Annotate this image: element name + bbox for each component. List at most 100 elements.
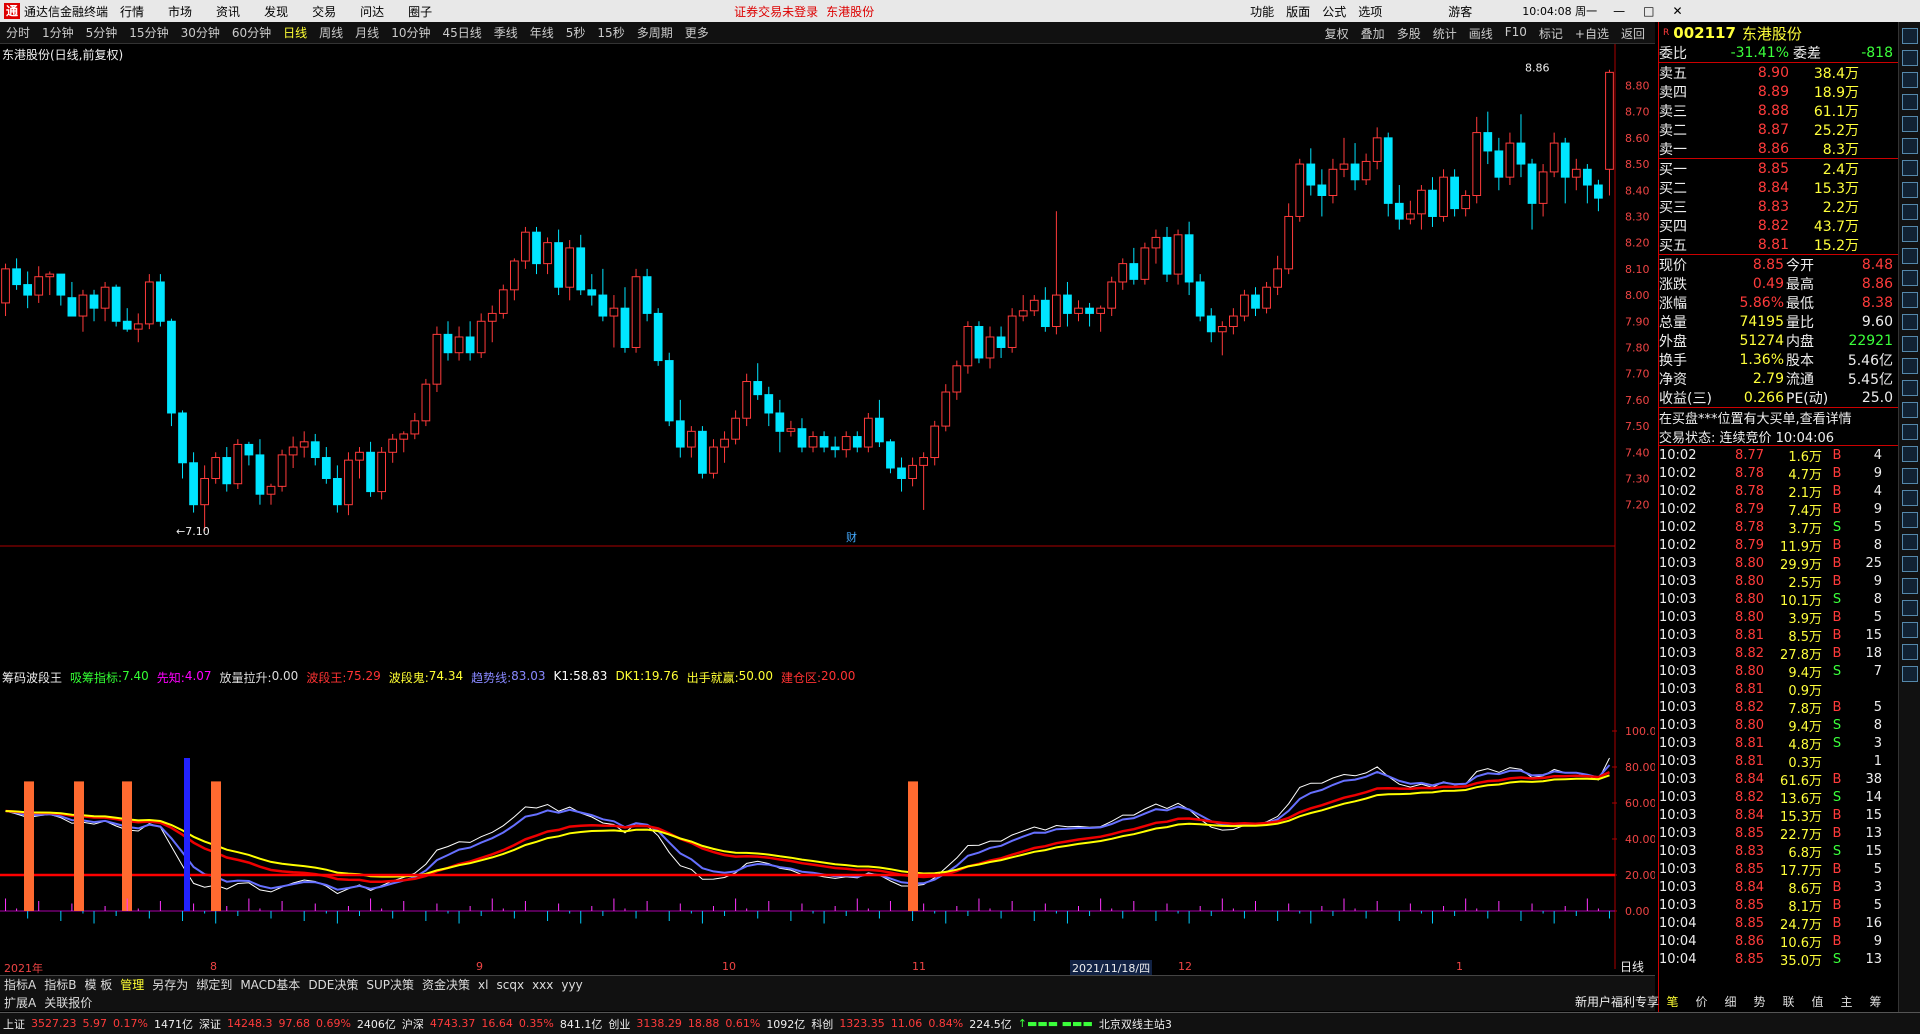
book-row[interactable]: 买一 8.85 2.4万: [1659, 159, 1898, 178]
period-tab[interactable]: 5分钟: [86, 24, 118, 41]
book-row[interactable]: 卖五 8.90 38.4万: [1659, 63, 1898, 82]
side-tool-icon[interactable]: [1902, 336, 1918, 352]
side-tool-icon[interactable]: [1902, 644, 1918, 660]
right-menu-item[interactable]: 功能: [1250, 3, 1274, 20]
indicator-chart[interactable]: 100.0 80.00 60.00 40.00 20.00 0.00: [0, 669, 1655, 969]
period-tab[interactable]: 更多: [685, 24, 709, 41]
welfare-link[interactable]: 新用户福利专享: [1575, 993, 1659, 1010]
book-row[interactable]: 卖三 8.88 61.1万: [1659, 101, 1898, 120]
right-menu-item[interactable]: 选项: [1358, 3, 1382, 20]
right-menu-item[interactable]: 公式: [1322, 3, 1346, 20]
period-tab[interactable]: 日线: [283, 24, 307, 41]
side-tool-icon[interactable]: [1902, 600, 1918, 616]
big-order-note[interactable]: 在买盘***位置有大买单,查看详情: [1659, 408, 1898, 427]
bottom-tab[interactable]: 另存为: [152, 976, 188, 993]
side-tool-icon[interactable]: [1902, 314, 1918, 330]
side-tool-icon[interactable]: [1902, 556, 1918, 572]
minimize-icon[interactable]: —: [1613, 4, 1625, 18]
quote-tab[interactable]: 价: [1687, 993, 1716, 1011]
side-tool-icon[interactable]: [1902, 182, 1918, 198]
side-tool-icon[interactable]: [1902, 490, 1918, 506]
bottom-tab[interactable]: SUP决策: [366, 976, 414, 993]
period-tab[interactable]: 1分钟: [42, 24, 74, 41]
bottom-tab[interactable]: yyy: [561, 978, 582, 992]
close-icon[interactable]: ✕: [1672, 4, 1682, 18]
side-tool-icon[interactable]: [1902, 226, 1918, 242]
bottom-tab[interactable]: 管理: [120, 976, 144, 993]
side-tool-icon[interactable]: [1902, 28, 1918, 44]
side-tool-icon[interactable]: [1902, 578, 1918, 594]
chart-tool-button[interactable]: 复权: [1325, 25, 1349, 42]
bottom-tab[interactable]: 指标A: [4, 976, 36, 993]
side-tool-icon[interactable]: [1902, 512, 1918, 528]
chart-tool-button[interactable]: 返回: [1621, 25, 1645, 42]
period-tab[interactable]: 多周期: [637, 24, 673, 41]
side-tool-icon[interactable]: [1902, 666, 1918, 682]
side-tool-icon[interactable]: [1902, 424, 1918, 440]
bottom-tab[interactable]: xl: [478, 978, 488, 992]
side-tool-icon[interactable]: [1902, 116, 1918, 132]
side-tool-icon[interactable]: [1902, 622, 1918, 638]
bottom-tab[interactable]: 指标B: [44, 976, 76, 993]
quote-tab[interactable]: 细: [1716, 993, 1745, 1011]
book-row[interactable]: 买五 8.81 15.2万: [1659, 235, 1898, 254]
period-tab[interactable]: 月线: [355, 24, 379, 41]
side-tool-icon[interactable]: [1902, 50, 1918, 66]
extension-tab[interactable]: 关联报价: [44, 994, 92, 1011]
period-tab[interactable]: 60分钟: [232, 24, 271, 41]
login-notice[interactable]: 证券交易未登录: [734, 3, 818, 20]
side-tool-icon[interactable]: [1902, 380, 1918, 396]
side-tool-icon[interactable]: [1902, 160, 1918, 176]
period-tab[interactable]: 分时: [6, 24, 30, 41]
chart-tool-button[interactable]: F10: [1505, 25, 1527, 42]
quote-tab[interactable]: 势: [1745, 993, 1774, 1011]
candlestick-chart[interactable]: 8.80 8.70 8.60 8.50 8.40 8.30 8.20 8.10 8.00 7.90…: [0, 44, 1655, 669]
side-tool-icon[interactable]: [1902, 358, 1918, 374]
book-row[interactable]: 卖二 8.87 25.2万: [1659, 120, 1898, 139]
side-tool-icon[interactable]: [1902, 292, 1918, 308]
period-tab[interactable]: 年线: [530, 24, 554, 41]
quote-tab[interactable]: 笔: [1658, 993, 1687, 1011]
side-tool-icon[interactable]: [1902, 72, 1918, 88]
period-tab[interactable]: 10分钟: [391, 24, 430, 41]
period-tab[interactable]: 15分钟: [129, 24, 168, 41]
book-row[interactable]: 买二 8.84 15.3万: [1659, 178, 1898, 197]
side-tool-icon[interactable]: [1902, 534, 1918, 550]
book-row[interactable]: 卖四 8.89 18.9万: [1659, 82, 1898, 101]
chart-tool-button[interactable]: 叠加: [1361, 25, 1385, 42]
chart-tool-button[interactable]: +自选: [1575, 25, 1609, 42]
period-tab[interactable]: 45日线: [442, 24, 481, 41]
maximize-icon[interactable]: □: [1643, 4, 1654, 18]
period-tab[interactable]: 季线: [494, 24, 518, 41]
menu-item[interactable]: 市场: [168, 3, 192, 20]
extension-tab[interactable]: 扩展A: [4, 994, 36, 1011]
chart-tool-button[interactable]: 画线: [1469, 25, 1493, 42]
side-tool-icon[interactable]: [1902, 204, 1918, 220]
side-tool-icon[interactable]: [1902, 270, 1918, 286]
bottom-tab[interactable]: 绑定到: [196, 976, 232, 993]
side-tool-icon[interactable]: [1902, 446, 1918, 462]
book-row[interactable]: 卖一 8.86 8.3万: [1659, 139, 1898, 158]
side-tool-icon[interactable]: [1902, 138, 1918, 154]
bottom-tab[interactable]: scqx: [496, 978, 524, 992]
side-tool-icon[interactable]: [1902, 248, 1918, 264]
menu-item[interactable]: 行情: [120, 3, 144, 20]
menu-item[interactable]: 圈子: [408, 3, 432, 20]
period-tab[interactable]: 15秒: [597, 24, 624, 41]
right-menu-item[interactable]: 版面: [1286, 3, 1310, 20]
side-tool-icon[interactable]: [1902, 402, 1918, 418]
menu-item[interactable]: 交易: [312, 3, 336, 20]
server-label[interactable]: 北京双线主站3: [1099, 1016, 1172, 1032]
indicator-name[interactable]: 筹码波段王: [2, 669, 62, 686]
period-tab[interactable]: 5秒: [566, 24, 586, 41]
bottom-tab[interactable]: xxx: [532, 978, 553, 992]
menu-item[interactable]: 资讯: [216, 3, 240, 20]
side-tool-icon[interactable]: [1902, 468, 1918, 484]
quote-tab[interactable]: 值: [1803, 993, 1832, 1011]
bottom-tab[interactable]: 模 板: [84, 976, 112, 993]
menu-item[interactable]: 问达: [360, 3, 384, 20]
side-tool-icon[interactable]: [1902, 94, 1918, 110]
bottom-tab[interactable]: 资金决策: [422, 976, 470, 993]
bottom-tab[interactable]: DDE决策: [308, 976, 358, 993]
book-row[interactable]: 买三 8.83 2.2万: [1659, 197, 1898, 216]
